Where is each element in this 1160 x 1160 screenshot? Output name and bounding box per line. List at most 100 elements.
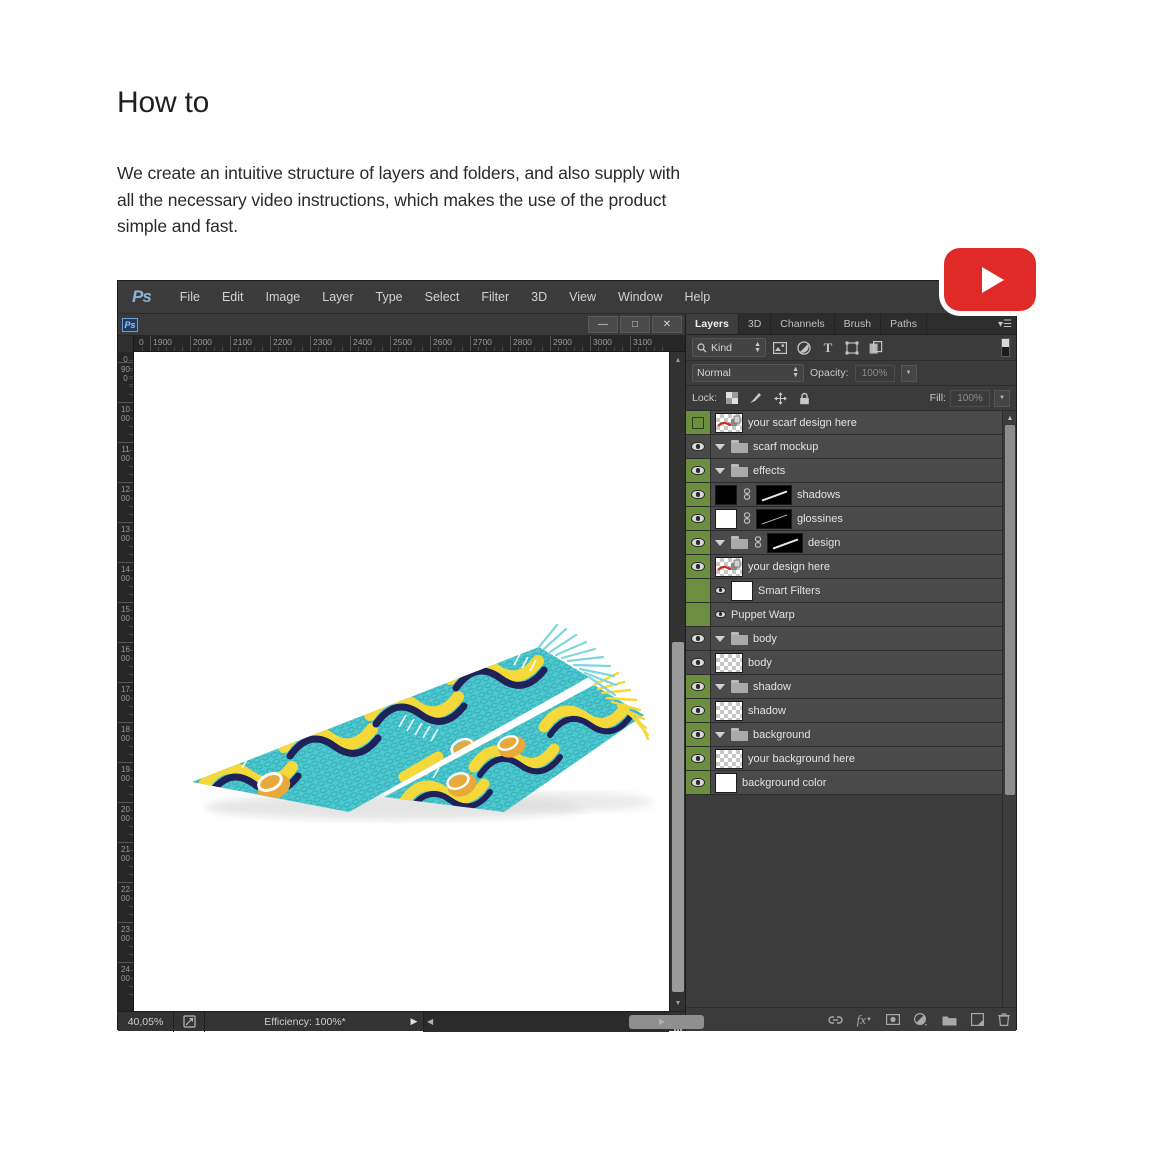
- new-layer-icon[interactable]: [971, 1013, 984, 1026]
- layer-visibility-cell[interactable]: [686, 699, 711, 722]
- layer-visibility-cell[interactable]: [686, 603, 711, 626]
- layers-scroll-up-icon[interactable]: ▲: [1003, 411, 1016, 425]
- layer-visibility-cell[interactable]: [686, 507, 711, 530]
- layer-visibility-cell[interactable]: [686, 435, 711, 458]
- layer-thumbnail[interactable]: [715, 700, 743, 721]
- status-expand-arrow-icon[interactable]: ▶: [405, 1016, 423, 1027]
- layer-visibility-cell[interactable]: [686, 627, 711, 650]
- menu-item-file[interactable]: File: [169, 286, 211, 308]
- layer-thumbnail[interactable]: [715, 508, 737, 529]
- adjustment-layer-filter-icon[interactable]: [794, 338, 814, 358]
- pixel-layer-filter-icon[interactable]: [770, 338, 790, 358]
- eye-icon[interactable]: [691, 730, 705, 739]
- horizontal-ruler[interactable]: 0 1900 2000 2100 2200 2300 2400 2500 2600 2700 280…: [134, 336, 685, 352]
- scroll-up-arrow-icon[interactable]: ▲: [670, 352, 685, 368]
- type-layer-filter-icon[interactable]: T: [818, 338, 838, 358]
- eye-icon[interactable]: [691, 682, 705, 691]
- eye-icon[interactable]: [691, 466, 705, 475]
- layer-row[interactable]: background color: [686, 771, 1002, 795]
- fill-dropdown-icon[interactable]: ▼: [994, 389, 1010, 407]
- hscroll-thumb[interactable]: [629, 1014, 704, 1029]
- lock-image-icon[interactable]: [747, 389, 765, 407]
- layer-row-content[interactable]: design: [711, 532, 1002, 553]
- layer-thumbnail[interactable]: [715, 484, 737, 505]
- layer-row-content[interactable]: shadow: [711, 680, 1002, 693]
- layer-visibility-cell[interactable]: [686, 675, 711, 698]
- eye-icon[interactable]: [691, 490, 705, 499]
- layer-thumbnail[interactable]: [715, 748, 743, 769]
- maximize-button[interactable]: □: [620, 316, 650, 333]
- add-mask-icon[interactable]: [886, 1014, 900, 1025]
- layer-row[interactable]: glossines: [686, 507, 1002, 531]
- mask-link-icon[interactable]: [742, 487, 751, 502]
- youtube-play-button[interactable]: [944, 248, 1036, 311]
- shape-layer-filter-icon[interactable]: [842, 338, 862, 358]
- tab-channels[interactable]: Channels: [771, 314, 835, 334]
- panel-menu-icon[interactable]: ▾☰: [994, 314, 1016, 334]
- vertical-ruler[interactable]: 0 900 1000 1100 1200 1300 1400 1500 1600 1700 1800…: [118, 352, 134, 1011]
- layer-row-content[interactable]: Puppet Warp: [711, 609, 1002, 621]
- layer-row[interactable]: your background here: [686, 747, 1002, 771]
- eye-icon[interactable]: [691, 538, 705, 547]
- eye-icon[interactable]: [691, 754, 705, 763]
- layer-row[interactable]: effects: [686, 459, 1002, 483]
- layer-visibility-cell[interactable]: [686, 483, 711, 506]
- layer-selected-marker-icon[interactable]: [692, 416, 704, 429]
- smart-object-filter-icon[interactable]: [866, 338, 886, 358]
- layers-vertical-scrollbar[interactable]: ▲: [1002, 411, 1016, 1007]
- eye-icon[interactable]: [691, 778, 705, 787]
- close-button[interactable]: ✕: [652, 316, 682, 333]
- menu-item-help[interactable]: Help: [674, 286, 722, 308]
- scroll-right-arrow-icon[interactable]: ▶: [659, 1017, 665, 1026]
- layer-row-content[interactable]: shadows: [711, 484, 1002, 505]
- layer-thumbnail[interactable]: [731, 580, 753, 601]
- group-expand-caret-icon[interactable]: [715, 467, 725, 474]
- opacity-dropdown-icon[interactable]: ▼: [900, 364, 917, 382]
- menu-item-image[interactable]: Image: [255, 286, 312, 308]
- menu-item-edit[interactable]: Edit: [211, 286, 255, 308]
- new-group-icon[interactable]: [942, 1014, 957, 1026]
- layers-scroll-thumb[interactable]: [1005, 425, 1015, 795]
- zoom-level[interactable]: 40,05%: [118, 1016, 173, 1028]
- lock-transparency-icon[interactable]: [723, 389, 741, 407]
- layer-visibility-cell[interactable]: [686, 747, 711, 770]
- lock-position-icon[interactable]: [771, 389, 789, 407]
- menu-item-type[interactable]: Type: [365, 286, 414, 308]
- layer-row[interactable]: scarf mockup: [686, 435, 1002, 459]
- filter-enable-toggle[interactable]: [1001, 338, 1010, 357]
- delete-layer-icon[interactable]: [998, 1013, 1010, 1026]
- layer-visibility-cell[interactable]: [686, 651, 711, 674]
- ruler-origin-corner[interactable]: [118, 336, 134, 352]
- layer-row[interactable]: design: [686, 531, 1002, 555]
- layer-row-content[interactable]: your background here: [711, 748, 1002, 769]
- eye-icon[interactable]: [691, 634, 705, 643]
- canvas-vertical-scrollbar[interactable]: ▲ ▼: [669, 352, 685, 1011]
- layer-row-content[interactable]: Smart Filters: [711, 580, 1002, 601]
- scroll-left-arrow-icon[interactable]: ◀: [427, 1017, 433, 1026]
- eye-icon[interactable]: [691, 562, 705, 571]
- smart-filter-eye-icon[interactable]: [715, 586, 726, 595]
- layer-row[interactable]: your scarf design here: [686, 411, 1002, 435]
- canvas-scroll-thumb[interactable]: [672, 642, 684, 992]
- layer-visibility-cell[interactable]: [686, 459, 711, 482]
- layer-visibility-cell[interactable]: [686, 771, 711, 794]
- layer-style-fx-icon[interactable]: fx ▼: [857, 1012, 872, 1028]
- blend-mode-select[interactable]: Normal ▲ ▼: [692, 364, 804, 382]
- layer-row[interactable]: shadow: [686, 675, 1002, 699]
- layer-row-content[interactable]: body: [711, 632, 1002, 645]
- layer-row[interactable]: background: [686, 723, 1002, 747]
- menu-item-3d[interactable]: 3D: [520, 286, 558, 308]
- layer-mask-thumbnail[interactable]: [756, 508, 792, 529]
- tab-paths[interactable]: Paths: [881, 314, 927, 334]
- eye-icon[interactable]: [691, 658, 705, 667]
- group-expand-caret-icon[interactable]: [715, 683, 725, 690]
- eye-icon[interactable]: [691, 706, 705, 715]
- layer-row-content[interactable]: your design here: [711, 556, 1002, 577]
- canvas-area[interactable]: ▲ ▼: [134, 352, 685, 1011]
- layer-row-content[interactable]: scarf mockup: [711, 440, 1002, 453]
- layer-visibility-cell[interactable]: [686, 579, 711, 602]
- layer-row-content[interactable]: background color: [711, 772, 1002, 793]
- layer-mask-thumbnail[interactable]: [756, 484, 792, 505]
- layer-row[interactable]: Puppet Warp: [686, 603, 1002, 627]
- layer-row[interactable]: body: [686, 651, 1002, 675]
